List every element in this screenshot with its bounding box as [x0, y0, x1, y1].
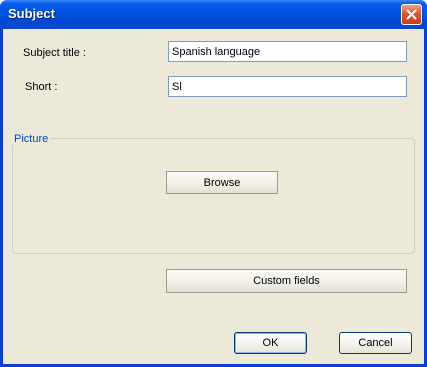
- subject-dialog: Subject Subject title : Short : Picture …: [0, 0, 427, 367]
- close-button[interactable]: [401, 4, 422, 25]
- dialog-body: Subject title : Short : Picture Browse C…: [3, 29, 424, 364]
- cancel-button[interactable]: Cancel: [339, 332, 412, 354]
- picture-groupbox: [12, 138, 415, 254]
- ok-button[interactable]: OK: [234, 332, 307, 354]
- title-bar[interactable]: Subject: [0, 0, 427, 29]
- short-label: Short :: [25, 81, 58, 93]
- window-title: Subject: [8, 6, 55, 21]
- close-icon: [406, 9, 417, 20]
- picture-group-legend: Picture: [12, 133, 51, 145]
- subject-title-label: Subject title :: [23, 47, 86, 59]
- browse-button[interactable]: Browse: [166, 171, 278, 194]
- custom-fields-button[interactable]: Custom fields: [166, 269, 407, 293]
- subject-title-input[interactable]: [168, 41, 407, 62]
- short-input[interactable]: [168, 76, 407, 97]
